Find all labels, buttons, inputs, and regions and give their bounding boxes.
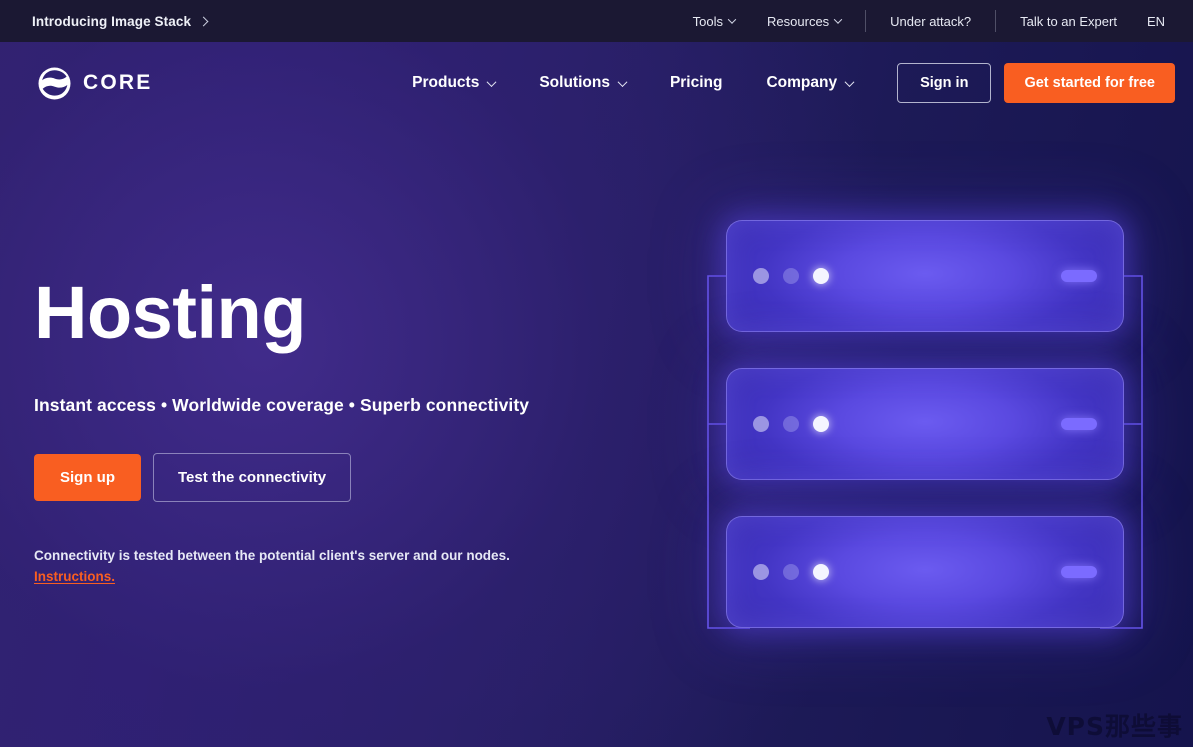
hero-subtitle: Instant access • Worldwide coverage • Su… [34,395,530,415]
topbar-item-tools[interactable]: Tools [677,0,751,42]
topbar-item-under-attack-label: Under attack? [890,13,972,29]
topbar-item-talk-to-expert-label: Talk to an Expert [1020,13,1117,29]
nav-item-solutions-label: Solutions [539,74,610,91]
chevron-right-icon [198,16,209,26]
chevron-down-icon [486,76,497,87]
topbar-item-resources[interactable]: Resources [751,0,857,42]
hero-section: Hosting Instant access • Worldwide cover… [0,124,1193,588]
nav-item-company[interactable]: Company [744,66,875,100]
top-utility-bar: Introducing Image Stack Tools Resources … [0,0,1193,42]
nav-item-products-label: Products [412,74,480,91]
language-switcher[interactable]: EN [1133,0,1169,42]
logo-text: CORE [83,71,153,94]
topbar-item-under-attack[interactable]: Under attack? [874,0,987,42]
nav-item-company-label: Company [766,74,838,91]
hero-cta-group: Sign up Test the connectivity [34,453,1193,502]
nav-links: Products Solutions Pricing Company [390,66,875,100]
get-started-button[interactable]: Get started for free [1004,63,1175,103]
watermark: VPS那些事 [1046,712,1183,741]
nav-item-pricing[interactable]: Pricing [648,66,745,100]
nav-item-solutions[interactable]: Solutions [517,66,648,100]
page-root: Introducing Image Stack Tools Resources … [0,0,1193,747]
main-navigation: CORE Products Solutions Pricing Company … [0,42,1193,124]
chevron-down-icon [617,76,628,87]
hero-note: Connectivity is tested between the poten… [34,546,1193,588]
test-connectivity-button[interactable]: Test the connectivity [153,453,352,502]
topbar-item-talk-to-expert[interactable]: Talk to an Expert [1004,0,1133,42]
sign-up-button[interactable]: Sign up [34,454,141,501]
announcement-link[interactable]: Introducing Image Stack [32,13,209,29]
language-switcher-label: EN [1146,13,1165,29]
nav-item-pricing-label: Pricing [669,74,723,91]
instructions-link[interactable]: Instructions. [34,569,115,584]
topbar-item-tools-label: Tools [692,13,724,29]
topbar-item-resources-label: Resources [767,13,830,29]
page-title: Hosting [34,271,306,354]
divider [865,10,867,32]
chevron-down-icon [727,15,737,24]
chevron-down-icon [844,76,855,87]
logo[interactable]: CORE [38,67,152,100]
hero-note-text: Connectivity is tested between the poten… [34,548,510,563]
nav-item-products[interactable]: Products [390,66,517,100]
sign-in-button[interactable]: Sign in [897,63,992,103]
gcore-g-logo-icon [38,67,71,100]
announcement-label: Introducing Image Stack [32,13,192,29]
chevron-down-icon [833,15,843,24]
top-utility-items: Tools Resources Under attack? Talk to an… [677,0,1193,42]
divider [995,10,997,32]
nav-actions: Sign in Get started for free [897,63,1175,103]
